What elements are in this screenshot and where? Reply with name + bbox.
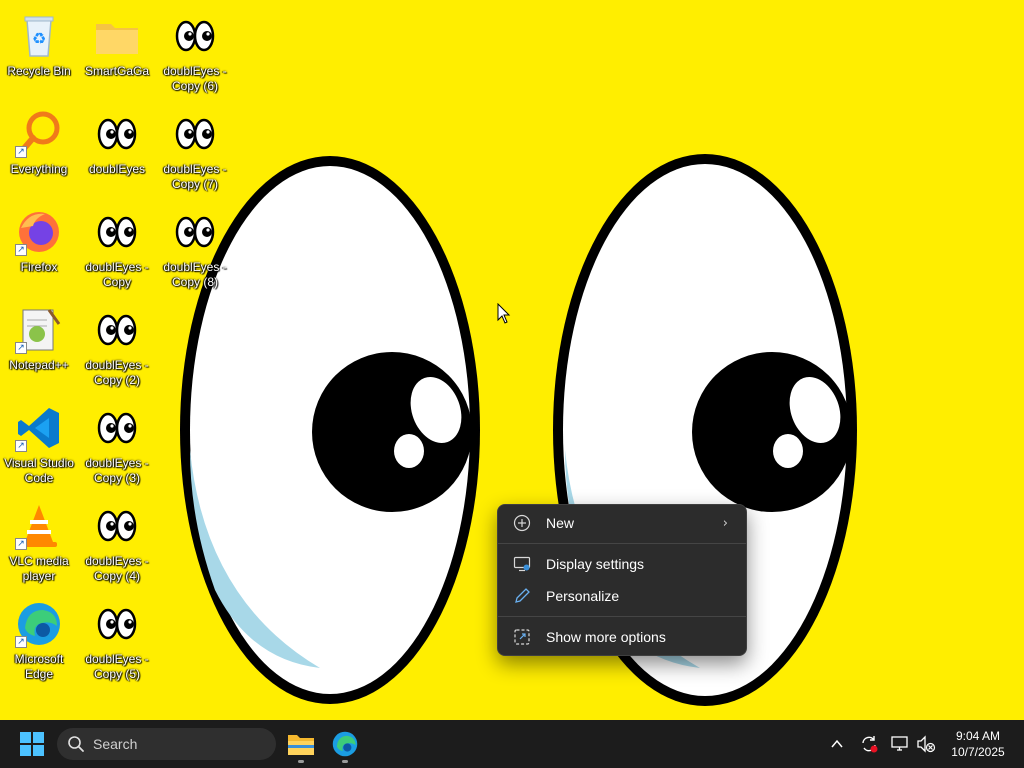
shortcut-arrow-icon: ↗	[15, 342, 27, 354]
double-eyes-icon	[93, 110, 141, 158]
edge-icon: ↗	[15, 600, 63, 648]
shortcut-arrow-icon: ↗	[15, 146, 27, 158]
svg-text:♻: ♻	[32, 29, 46, 48]
desktop-icon-label: doublEyes - Copy (5)	[85, 652, 149, 681]
pen-icon	[512, 586, 532, 606]
double-eyes-icon	[171, 110, 219, 158]
everything-search-icon: ↗	[15, 110, 63, 158]
chevron-up-icon	[831, 739, 843, 748]
desktop-icon-label: doublEyes	[88, 162, 146, 176]
desktop-icon-notepad-plus-plus[interactable]: ↗ Notepad++	[1, 300, 77, 390]
edge-icon	[332, 731, 358, 757]
tray-network-button[interactable]	[889, 733, 911, 755]
tray-volume-button[interactable]	[915, 733, 937, 755]
taskbar-search-box[interactable]: Search	[57, 728, 276, 760]
notepad-plus-plus-icon: ↗	[15, 306, 63, 354]
sync-icon	[862, 736, 878, 753]
desktop-icon-doubleyes-copy-2[interactable]: doublEyes - Copy (2)	[79, 300, 155, 390]
taskbar-app-file-explorer[interactable]	[281, 724, 321, 764]
search-placeholder: Search	[93, 736, 138, 752]
desktop-context-menu: New › Display settings Personalize Show …	[497, 504, 747, 656]
volume-muted-icon	[917, 735, 936, 753]
tray-sync-button[interactable]	[858, 733, 880, 755]
menu-separator	[498, 543, 746, 544]
desktop-icon-vlc[interactable]: ↗ VLC media player	[1, 496, 77, 586]
running-indicator	[342, 760, 348, 763]
menu-item-label: New	[546, 515, 575, 531]
desktop-icon-label: Firefox	[20, 260, 58, 274]
desktop-icon-label: Notepad++	[9, 358, 69, 372]
menu-item-label: Personalize	[546, 588, 620, 604]
menu-item-personalize[interactable]: Personalize	[502, 580, 742, 612]
new-plus-icon	[512, 513, 532, 533]
menu-item-show-more-options[interactable]: Show more options	[502, 621, 742, 653]
desktop-icon-doubleyes-copy-8[interactable]: doublEyes - Copy (8)	[157, 202, 233, 292]
taskbar-app-edge[interactable]	[325, 724, 365, 764]
vlc-icon: ↗	[15, 502, 63, 550]
shortcut-arrow-icon: ↗	[15, 244, 27, 256]
show-hidden-icons-button[interactable]	[826, 733, 848, 755]
desktop-icon-label: Recycle Bin	[7, 64, 71, 78]
double-eyes-icon	[93, 600, 141, 648]
desktop-icon-everything[interactable]: ↗ Everything	[1, 104, 77, 194]
desktop-icon-doubleyes[interactable]: doublEyes	[79, 104, 155, 194]
desktop-icon-microsoft-edge[interactable]: ↗ Microsoft Edge	[1, 594, 77, 684]
desktop-icon-firefox[interactable]: ↗ Firefox	[1, 202, 77, 292]
desktop-icon-label: Everything	[10, 162, 68, 176]
file-explorer-icon	[288, 735, 314, 755]
desktop-icon-label: VLC media player	[9, 554, 69, 583]
firefox-icon: ↗	[15, 208, 63, 256]
windows-logo-icon	[20, 732, 44, 756]
desktop-icon-label: Visual Studio Code	[4, 456, 74, 485]
desktop-icon-label: doublEyes - Copy (7)	[163, 162, 227, 191]
double-eyes-icon	[171, 12, 219, 60]
display-settings-icon	[512, 554, 532, 574]
folder-icon	[93, 12, 141, 60]
double-eyes-icon	[93, 502, 141, 550]
desktop-icon-label: SmartGaGa	[84, 64, 150, 78]
shortcut-arrow-icon: ↗	[15, 538, 27, 550]
menu-separator	[498, 616, 746, 617]
desktop-icon-label: Microsoft Edge	[14, 652, 64, 681]
desktop-icon-recycle-bin[interactable]: ♻ Recycle Bin	[1, 6, 77, 96]
search-icon	[68, 736, 84, 752]
clock-time: 9:04 AM	[955, 729, 1001, 743]
desktop-icon-label: doublEyes - Copy (8)	[163, 260, 227, 289]
double-eyes-icon	[93, 306, 141, 354]
shortcut-arrow-icon: ↗	[15, 636, 27, 648]
desktop-icon-doubleyes-copy[interactable]: doublEyes - Copy	[79, 202, 155, 292]
mouse-cursor-icon	[497, 303, 511, 324]
shortcut-arrow-icon: ↗	[15, 440, 27, 452]
double-eyes-icon	[171, 208, 219, 256]
taskbar-clock[interactable]: 9:04 AM 10/7/2025	[940, 728, 1016, 760]
desktop-icon-doubleyes-copy-6[interactable]: doublEyes - Copy (6)	[157, 6, 233, 96]
desktop-icon-doubleyes-copy-7[interactable]: doublEyes - Copy (7)	[157, 104, 233, 194]
start-button[interactable]	[12, 728, 52, 760]
desktop-icon-doubleyes-copy-5[interactable]: doublEyes - Copy (5)	[79, 594, 155, 684]
desktop-icon-label: doublEyes - Copy (6)	[163, 64, 227, 93]
show-more-options-icon	[512, 627, 532, 647]
double-eyes-icon	[93, 404, 141, 452]
desktop-icon-label: doublEyes - Copy (4)	[85, 554, 149, 583]
clock-date: 10/7/2025	[951, 745, 1005, 759]
desktop-icon-label: doublEyes - Copy (3)	[85, 456, 149, 485]
desktop-icon-label: doublEyes - Copy (2)	[85, 358, 149, 387]
chevron-right-icon: ›	[722, 515, 728, 531]
menu-item-new[interactable]: New ›	[502, 507, 742, 539]
desktop-icon-doubleyes-copy-4[interactable]: doublEyes - Copy (4)	[79, 496, 155, 586]
desktop-icon-label: doublEyes - Copy	[85, 260, 149, 289]
menu-item-label: Show more options	[546, 629, 666, 645]
network-icon	[891, 736, 908, 751]
running-indicator	[298, 760, 304, 763]
recycle-bin-icon: ♻	[15, 12, 63, 60]
menu-item-label: Display settings	[546, 556, 645, 572]
desktop-icon-vscode[interactable]: ↗ Visual Studio Code	[1, 398, 77, 488]
taskbar: Search 9:04 AM 10/7/2025	[0, 720, 1024, 768]
double-eyes-icon	[93, 208, 141, 256]
vscode-icon: ↗	[15, 404, 63, 452]
desktop-icon-smartgaga[interactable]: SmartGaGa	[79, 6, 155, 96]
desktop-icon-doubleyes-copy-3[interactable]: doublEyes - Copy (3)	[79, 398, 155, 488]
menu-item-display-settings[interactable]: Display settings	[502, 548, 742, 580]
